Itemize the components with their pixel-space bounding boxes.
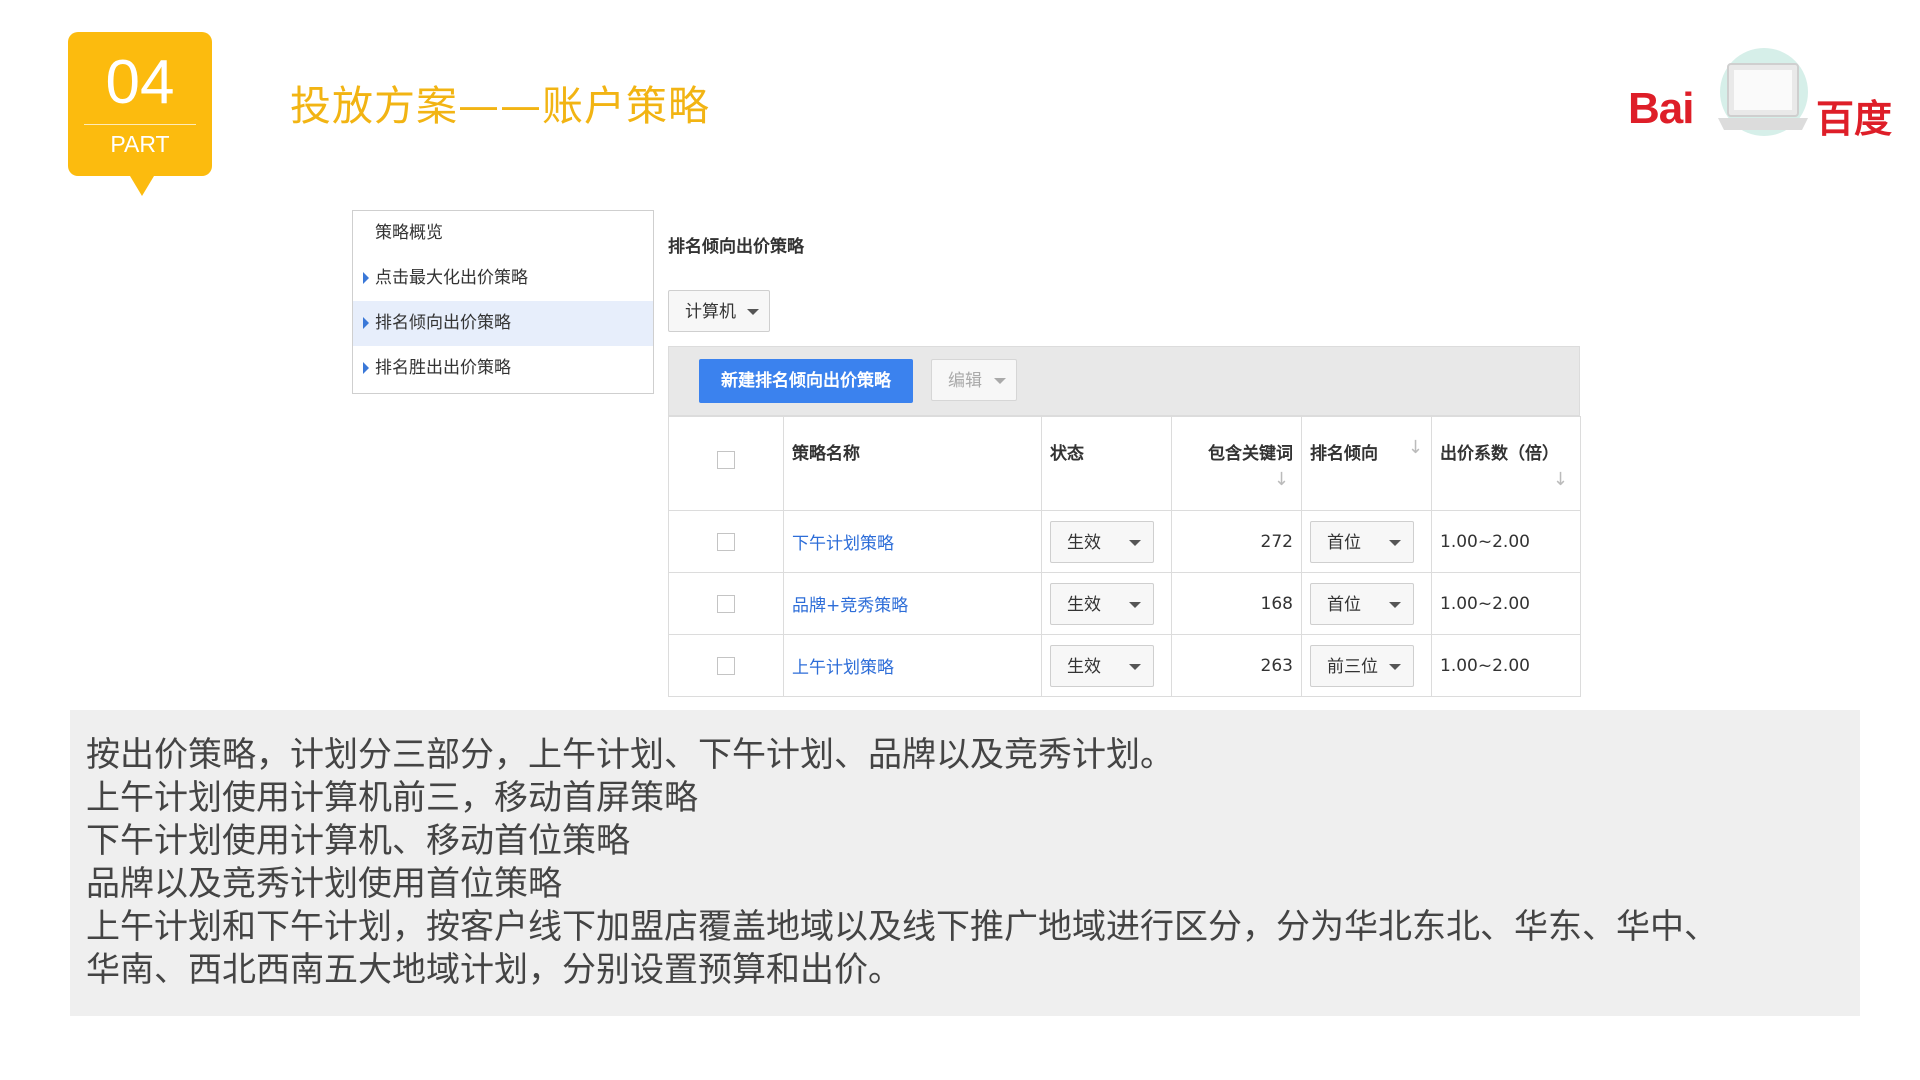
status-value: 生效: [1067, 594, 1101, 615]
note-line: 上午计划和下午计划，按客户线下加盟店覆盖地域以及线下推广地域进行区分，分为华北东…: [86, 907, 1718, 947]
status-dropdown[interactable]: 生效: [1050, 520, 1154, 563]
note-line: 下午计划使用计算机、移动首位策略: [86, 821, 630, 861]
strategy-name-link[interactable]: 下午计划策略: [792, 534, 894, 554]
menu-item-rank-win[interactable]: 排名胜出出价策略: [353, 346, 653, 391]
row-checkbox[interactable]: [717, 532, 735, 551]
baidu-logo: Bai 百度: [1628, 48, 1898, 148]
caret-down-icon: [1129, 601, 1141, 608]
menu-item-click-max[interactable]: 点击最大化出价策略: [353, 256, 653, 301]
caret-down-icon: [1389, 539, 1401, 546]
rank-dropdown[interactable]: 首位: [1310, 582, 1414, 625]
row-select-cell: [668, 572, 784, 635]
select-all-checkbox[interactable]: [717, 451, 735, 469]
note-line: 品牌以及竞秀计划使用首位策略: [86, 864, 562, 904]
strategy-note: 按出价策略，计划分三部分，上午计划、下午计划、品牌以及竞秀计划。 上午计划使用计…: [70, 710, 1860, 1016]
header-name-label: 策略名称: [792, 444, 860, 464]
edit-button-label: 编辑: [948, 371, 982, 391]
caret-right-icon: [363, 362, 369, 374]
part-badge: 04 PART: [68, 32, 212, 196]
strategy-name-cell: 品牌+竞秀策略: [783, 572, 1042, 635]
caret-down-icon: [1389, 601, 1401, 608]
menu-item-overview[interactable]: 策略概览: [353, 211, 653, 256]
row-checkbox[interactable]: [717, 656, 735, 675]
sort-arrow-down-icon[interactable]: ↓: [1274, 469, 1289, 490]
device-dropdown-value: 计算机: [685, 302, 736, 322]
logo-du-text: 百度: [1816, 97, 1893, 141]
table-header-row: 策略名称 状态 包含关键词 ↓ 排名倾向 ↓ 出价系数（倍） ↓: [668, 416, 1581, 511]
slide-title: 投放方案——账户策略: [290, 82, 710, 130]
rank-value: 首位: [1327, 594, 1361, 615]
row-checkbox[interactable]: [717, 594, 735, 613]
status-cell: 生效: [1041, 634, 1172, 697]
keyword-count-cell: 263: [1171, 634, 1302, 697]
note-line: 华南、西北西南五大地域计划，分别设置预算和出价。: [86, 950, 902, 990]
row-select-cell: [668, 510, 784, 573]
bid-factor-cell: 1.00~2.00: [1431, 634, 1581, 697]
part-number: 04: [105, 48, 175, 117]
rank-dropdown[interactable]: 首位: [1310, 520, 1414, 563]
header-keywords-label: 包含关键词: [1208, 444, 1293, 464]
sort-arrow-down-icon[interactable]: ↓: [1408, 437, 1423, 458]
header-bid[interactable]: 出价系数（倍） ↓: [1431, 416, 1581, 511]
header-select-all: [668, 416, 784, 511]
note-line: 上午计划使用计算机前三，移动首屏策略: [86, 778, 698, 818]
laptop-icon: [1718, 48, 1808, 136]
caret-down-icon: [747, 309, 759, 315]
strategy-menu: 策略概览 点击最大化出价策略 排名倾向出价策略 排名胜出出价策略: [352, 210, 654, 394]
table-row: 品牌+竞秀策略 生效 168 首位 1.00~2.00: [668, 572, 1581, 635]
caret-down-icon: [994, 378, 1006, 384]
strategy-table: 策略名称 状态 包含关键词 ↓ 排名倾向 ↓ 出价系数（倍） ↓ 下午计划策略 …: [668, 416, 1581, 697]
header-bid-label: 出价系数（倍）: [1440, 444, 1559, 464]
status-cell: 生效: [1041, 572, 1172, 635]
header-name: 策略名称: [783, 416, 1042, 511]
edit-dropdown-button[interactable]: 编辑: [931, 359, 1017, 401]
logo-bai-text: Bai: [1628, 84, 1694, 133]
table-toolbar: 新建排名倾向出价策略 编辑: [668, 346, 1580, 416]
rank-value: 首位: [1327, 532, 1361, 553]
strategy-name-link[interactable]: 品牌+竞秀策略: [792, 596, 908, 616]
strategy-name-link[interactable]: 上午计划策略: [792, 658, 894, 678]
table-row: 下午计划策略 生效 272 首位 1.00~2.00: [668, 510, 1581, 573]
new-strategy-button[interactable]: 新建排名倾向出价策略: [699, 359, 913, 403]
part-label: PART: [110, 131, 170, 157]
caret-right-icon: [363, 317, 369, 329]
rank-cell: 首位: [1301, 572, 1432, 635]
caret-right-icon: [363, 272, 369, 284]
menu-item-label: 点击最大化出价策略: [375, 268, 528, 288]
status-cell: 生效: [1041, 510, 1172, 573]
caret-down-icon: [1129, 663, 1141, 670]
badge-divider: [84, 124, 196, 125]
caret-down-icon: [1389, 663, 1401, 670]
menu-item-label: 策略概览: [375, 223, 443, 243]
header-rank-label: 排名倾向: [1310, 444, 1378, 464]
status-value: 生效: [1067, 656, 1101, 677]
sort-arrow-down-icon[interactable]: ↓: [1553, 469, 1568, 490]
keyword-count-cell: 272: [1171, 510, 1302, 573]
menu-item-label: 排名胜出出价策略: [375, 358, 511, 378]
header-status-label: 状态: [1050, 444, 1084, 464]
header-keywords[interactable]: 包含关键词 ↓: [1171, 416, 1302, 511]
strategy-name-cell: 下午计划策略: [783, 510, 1042, 573]
bid-factor-cell: 1.00~2.00: [1431, 572, 1581, 635]
caret-down-icon: [1129, 539, 1141, 546]
status-dropdown[interactable]: 生效: [1050, 644, 1154, 687]
bid-factor-cell: 1.00~2.00: [1431, 510, 1581, 573]
rank-cell: 前三位: [1301, 634, 1432, 697]
rank-dropdown[interactable]: 前三位: [1310, 644, 1414, 687]
rank-value: 前三位: [1327, 656, 1378, 677]
header-status: 状态: [1041, 416, 1172, 511]
section-title: 排名倾向出价策略: [668, 237, 804, 257]
table-row: 上午计划策略 生效 263 前三位 1.00~2.00: [668, 634, 1581, 697]
menu-item-rank-preference[interactable]: 排名倾向出价策略: [353, 301, 653, 346]
status-dropdown[interactable]: 生效: [1050, 582, 1154, 625]
keyword-count-cell: 168: [1171, 572, 1302, 635]
menu-item-label: 排名倾向出价策略: [375, 313, 511, 333]
device-dropdown[interactable]: 计算机: [668, 290, 770, 332]
header-rank[interactable]: 排名倾向 ↓: [1301, 416, 1432, 511]
strategy-name-cell: 上午计划策略: [783, 634, 1042, 697]
rank-cell: 首位: [1301, 510, 1432, 573]
status-value: 生效: [1067, 532, 1101, 553]
row-select-cell: [668, 634, 784, 697]
note-line: 按出价策略，计划分三部分，上午计划、下午计划、品牌以及竞秀计划。: [86, 735, 1174, 775]
